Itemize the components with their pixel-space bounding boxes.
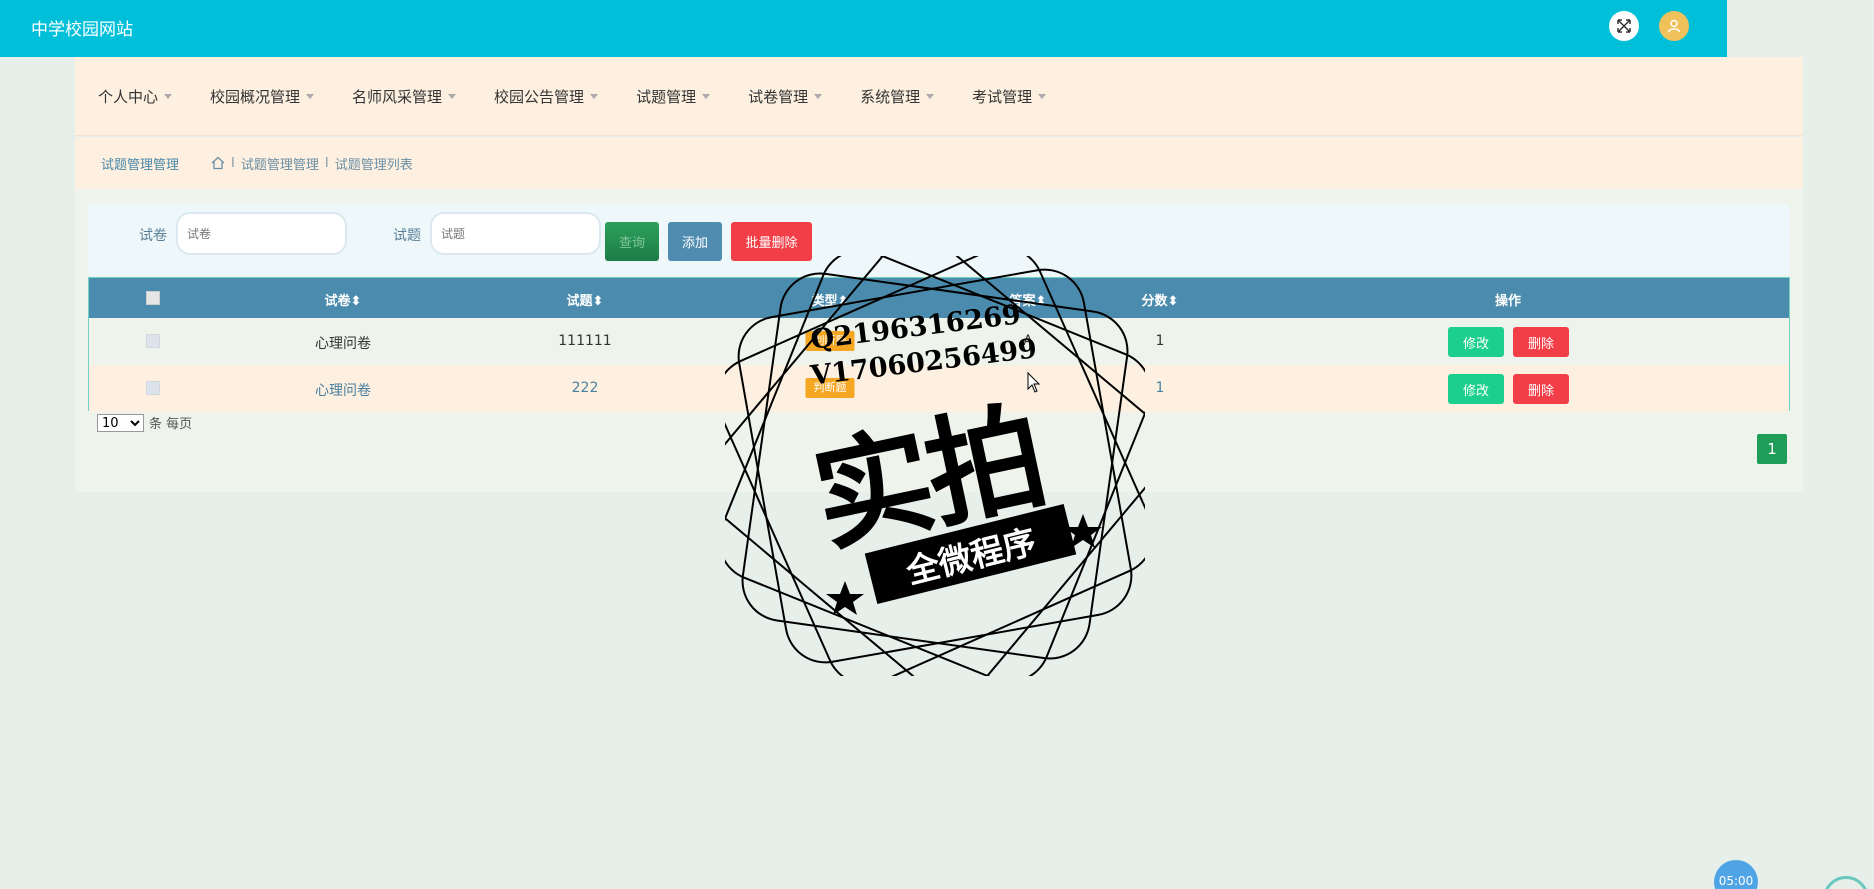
sort-icon: ⬍	[592, 294, 604, 309]
fullscreen-button[interactable]	[1609, 11, 1639, 41]
mouse-cursor-icon	[1027, 372, 1041, 393]
nav-item-teachers[interactable]: 名师风采管理	[352, 86, 457, 107]
column-header-label: 试题	[566, 294, 593, 309]
timer-badge[interactable]: 05:00	[1714, 860, 1758, 889]
question-search-input[interactable]	[430, 212, 601, 255]
breadcrumb-link[interactable]: 试题管理管理	[241, 154, 319, 173]
column-header-type[interactable]: 类型⬍	[812, 290, 849, 309]
caret-down-icon	[448, 93, 457, 99]
row-checkbox[interactable]	[146, 334, 160, 348]
breadcrumb-separator: I	[324, 155, 329, 171]
top-header: 中学校园网站	[0, 0, 1727, 57]
site-title: 中学校园网站	[31, 20, 133, 40]
page-size-control: 10 条 每页	[97, 413, 192, 432]
nav-item-announcements[interactable]: 校园公告管理	[494, 86, 599, 107]
nav-item-system[interactable]: 系统管理	[860, 86, 935, 107]
star-icon	[826, 581, 864, 615]
column-header-label: 分数	[1141, 294, 1168, 309]
nav-item-label: 试题管理	[636, 87, 697, 106]
sort-icon: ⬍	[350, 294, 362, 309]
caret-down-icon	[590, 93, 599, 99]
main-nav: 个人中心 校园概况管理 名师风采管理 校园公告管理 试题管理 试卷管理 系统管理…	[75, 57, 1803, 136]
nav-item-label: 个人中心	[98, 87, 159, 106]
select-all-checkbox[interactable]	[146, 291, 160, 305]
column-header-question[interactable]: 试题⬍	[567, 290, 604, 309]
caret-down-icon	[1038, 93, 1047, 99]
nav-item-campus-overview[interactable]: 校园概况管理	[210, 86, 315, 107]
user-avatar-button[interactable]	[1659, 11, 1689, 41]
question-filter-label: 试题	[393, 228, 421, 244]
nav-item-label: 系统管理	[860, 87, 921, 106]
cell-paper: 心理问卷	[315, 383, 371, 399]
batch-delete-button[interactable]: 批量删除	[731, 222, 812, 261]
cell-score: 1	[1155, 333, 1165, 349]
pagination-page-1[interactable]: 1	[1757, 434, 1787, 464]
paper-filter-label: 试卷	[139, 228, 167, 244]
floating-action-button[interactable]	[1823, 876, 1869, 889]
column-header-label: 试卷	[324, 294, 351, 309]
caret-down-icon	[702, 93, 711, 99]
breadcrumb-path: I 试题管理管理 I 试题管理列表	[211, 154, 413, 173]
breadcrumb: 试题管理管理 I 试题管理管理 I 试题管理列表	[75, 137, 1803, 189]
caret-down-icon	[306, 93, 315, 99]
cell-question: 111111	[558, 333, 612, 349]
cell-score: 1	[1155, 380, 1165, 396]
column-header-score[interactable]: 分数⬍	[1142, 290, 1179, 309]
nav-item-label: 试卷管理	[748, 87, 809, 106]
nav-item-label: 考试管理	[972, 87, 1033, 106]
nav-item-questions[interactable]: 试题管理	[636, 86, 711, 107]
delete-button[interactable]: 删除	[1513, 327, 1569, 357]
user-icon	[1667, 19, 1681, 33]
nav-item-papers[interactable]: 试卷管理	[748, 86, 823, 107]
nav-item-personal-center[interactable]: 个人中心	[98, 86, 173, 107]
breadcrumb-current: 试题管理列表	[334, 157, 413, 173]
edit-button[interactable]: 修改	[1448, 327, 1504, 357]
cell-paper: 心理问卷	[315, 336, 371, 352]
column-header-paper[interactable]: 试卷⬍	[325, 290, 362, 309]
nav-item-label: 校园公告管理	[494, 87, 585, 106]
delete-button[interactable]: 删除	[1513, 374, 1569, 404]
caret-down-icon	[926, 93, 935, 99]
page-size-suffix: 条 每页	[149, 417, 193, 432]
cell-question: 222	[571, 380, 599, 396]
nav-item-label: 校园概况管理	[210, 87, 301, 106]
nav-item-exams[interactable]: 考试管理	[972, 86, 1047, 107]
caret-down-icon	[814, 93, 823, 99]
sort-icon: ⬍	[1035, 294, 1047, 309]
search-button[interactable]: 查询	[605, 222, 659, 261]
sort-icon: ⬍	[837, 294, 849, 309]
nav-item-label: 名师风采管理	[352, 87, 443, 106]
page-size-select[interactable]: 10	[97, 413, 144, 432]
edit-button[interactable]: 修改	[1448, 374, 1504, 404]
breadcrumb-separator: I	[231, 155, 235, 171]
row-checkbox[interactable]	[146, 381, 160, 395]
sort-icon: ⬍	[1167, 294, 1179, 309]
fullscreen-icon	[1617, 19, 1631, 33]
page-title: 试题管理管理	[101, 157, 180, 173]
paper-search-input[interactable]	[176, 212, 347, 255]
add-button[interactable]: 添加	[668, 222, 722, 261]
caret-down-icon	[164, 93, 173, 99]
home-icon[interactable]	[211, 156, 225, 170]
column-header-label: 类型	[811, 294, 838, 309]
column-header-actions: 操作	[1494, 294, 1522, 309]
